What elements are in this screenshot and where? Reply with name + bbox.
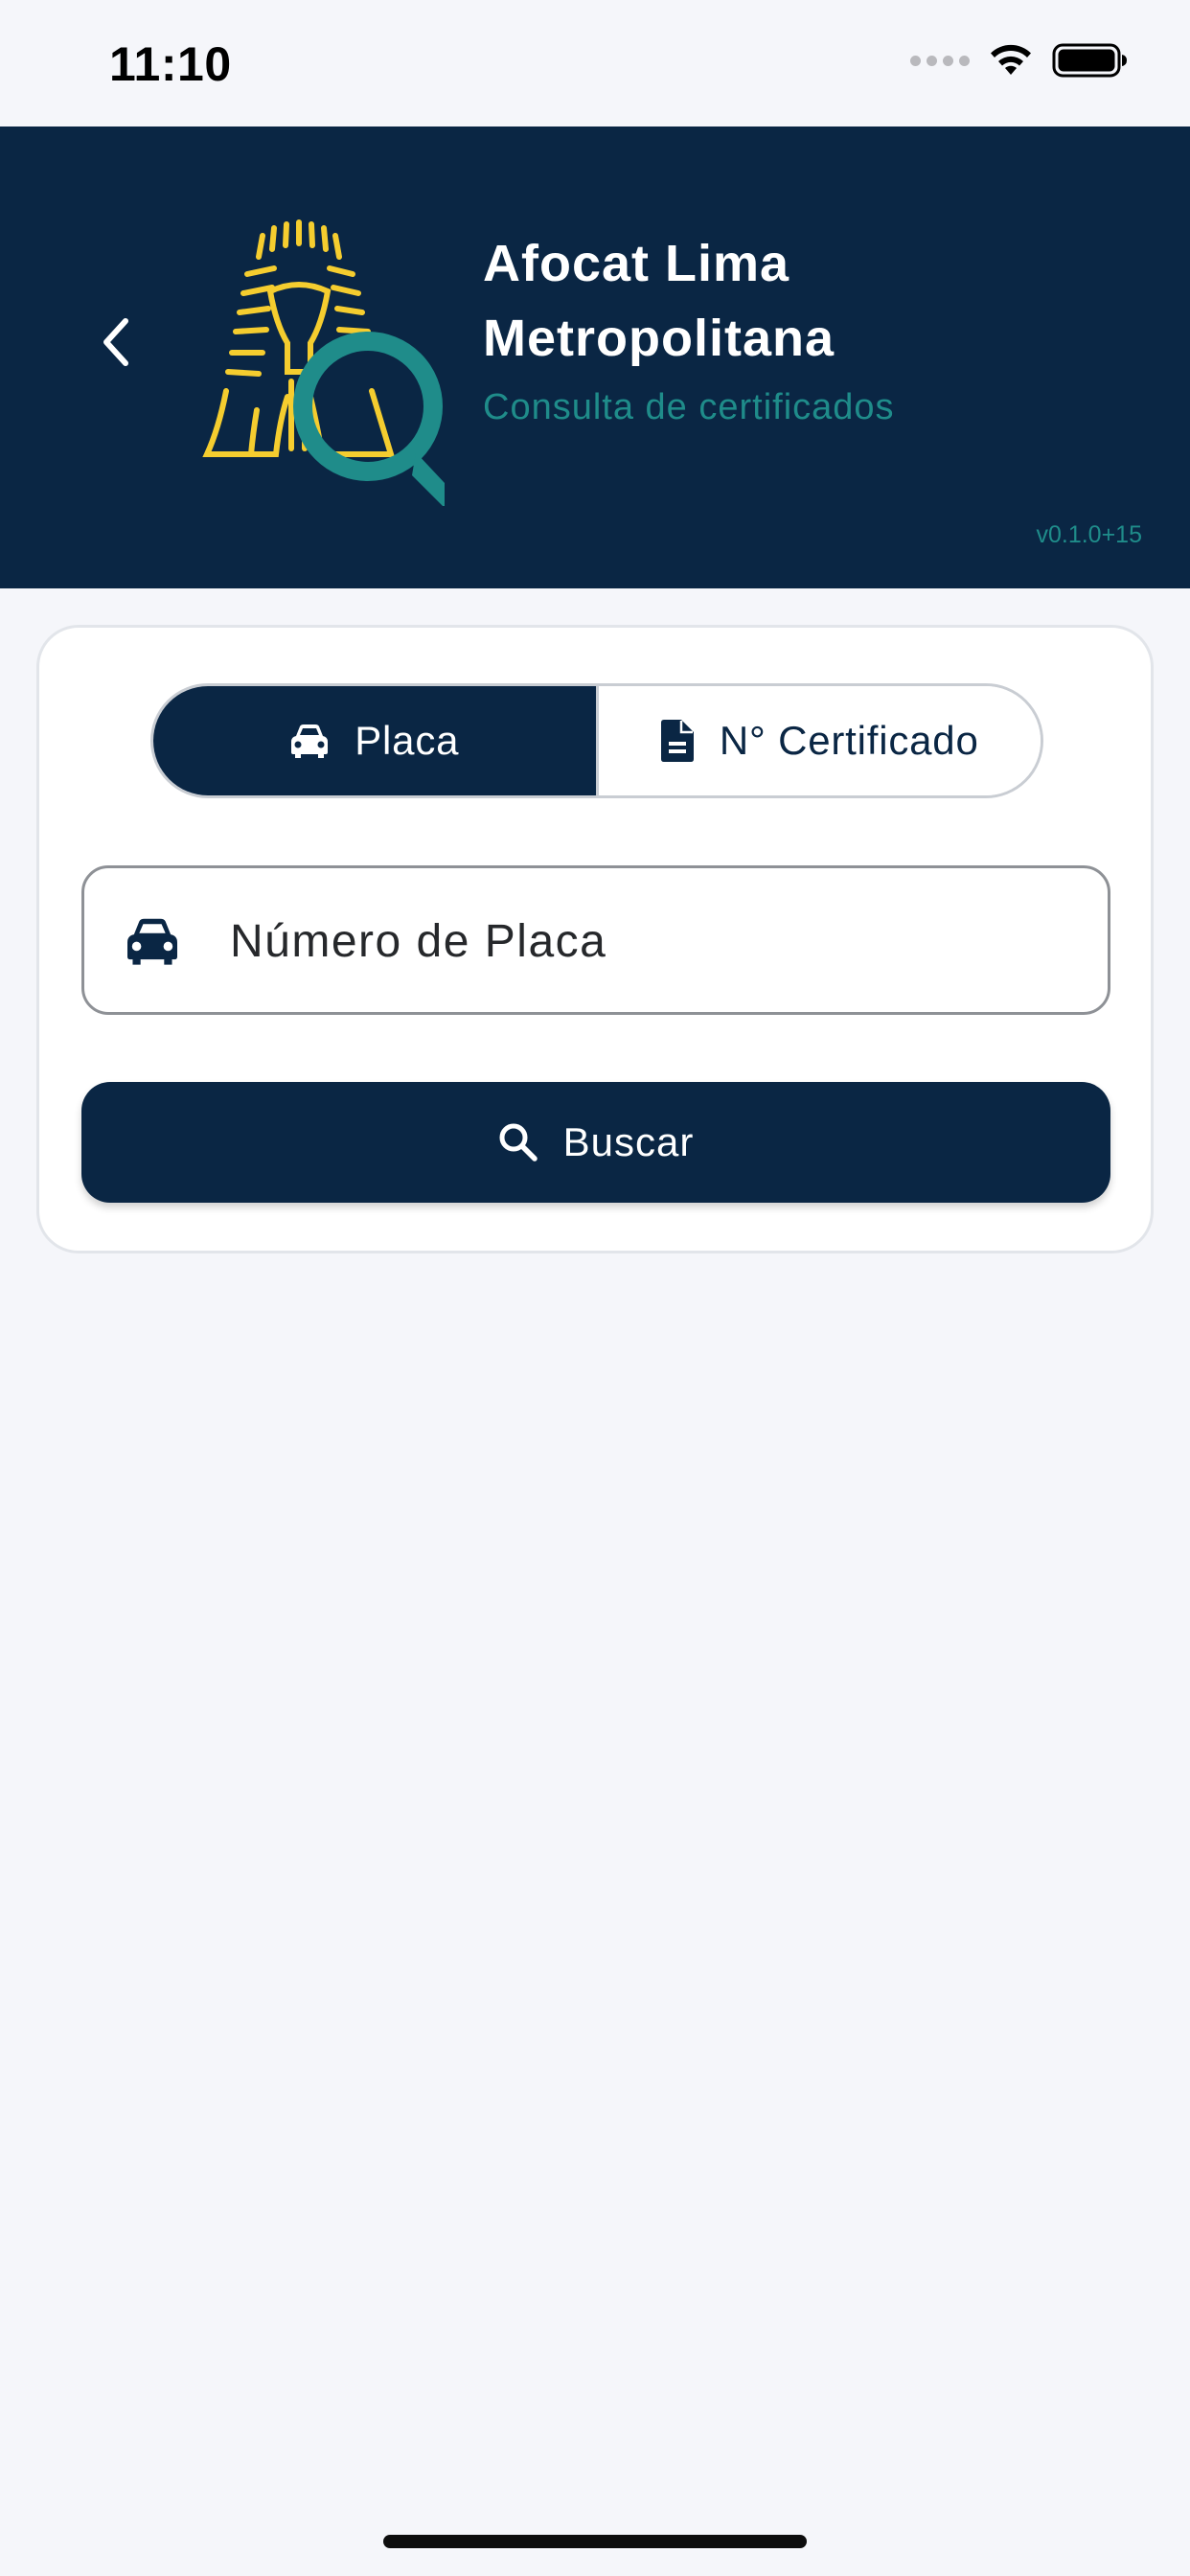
search-button-label: Buscar (562, 1119, 695, 1164)
status-bar: 11:10 (0, 0, 1190, 126)
car-icon (291, 724, 329, 758)
tab-placa-label: Placa (355, 718, 460, 763)
wifi-icon (991, 44, 1031, 75)
tab-certificado-label: N° Certificado (719, 718, 979, 763)
document-icon (660, 720, 694, 762)
home-indicator[interactable] (383, 2535, 807, 2548)
search-type-toggle: Placa N° Certificado (150, 683, 1043, 798)
status-time: 11:10 (109, 37, 232, 91)
chevron-left-icon (103, 318, 128, 366)
plate-number-field[interactable] (81, 865, 1110, 1015)
search-icon (499, 1123, 538, 1162)
app-title: Afocat Lima Metropolitana (483, 235, 835, 367)
version-label: v0.1.0+15 (1036, 521, 1142, 548)
tab-certificado[interactable]: N° Certificado (595, 686, 1041, 795)
status-icons (910, 42, 1129, 79)
afocat-logo (202, 219, 445, 506)
app-header: Afocat Lima Metropolitana Consulta de ce… (0, 126, 1190, 588)
tab-placa[interactable]: Placa (153, 686, 596, 795)
signal-icon (910, 55, 970, 66)
back-button[interactable] (84, 299, 148, 385)
app-subtitle: Consulta de certificados (483, 387, 895, 427)
battery-icon (1052, 43, 1127, 78)
search-button[interactable]: Buscar (81, 1082, 1110, 1203)
plate-number-input[interactable] (228, 868, 1075, 1014)
car-icon (127, 918, 177, 965)
search-card: Placa N° Certificado Buscar (36, 625, 1154, 1254)
